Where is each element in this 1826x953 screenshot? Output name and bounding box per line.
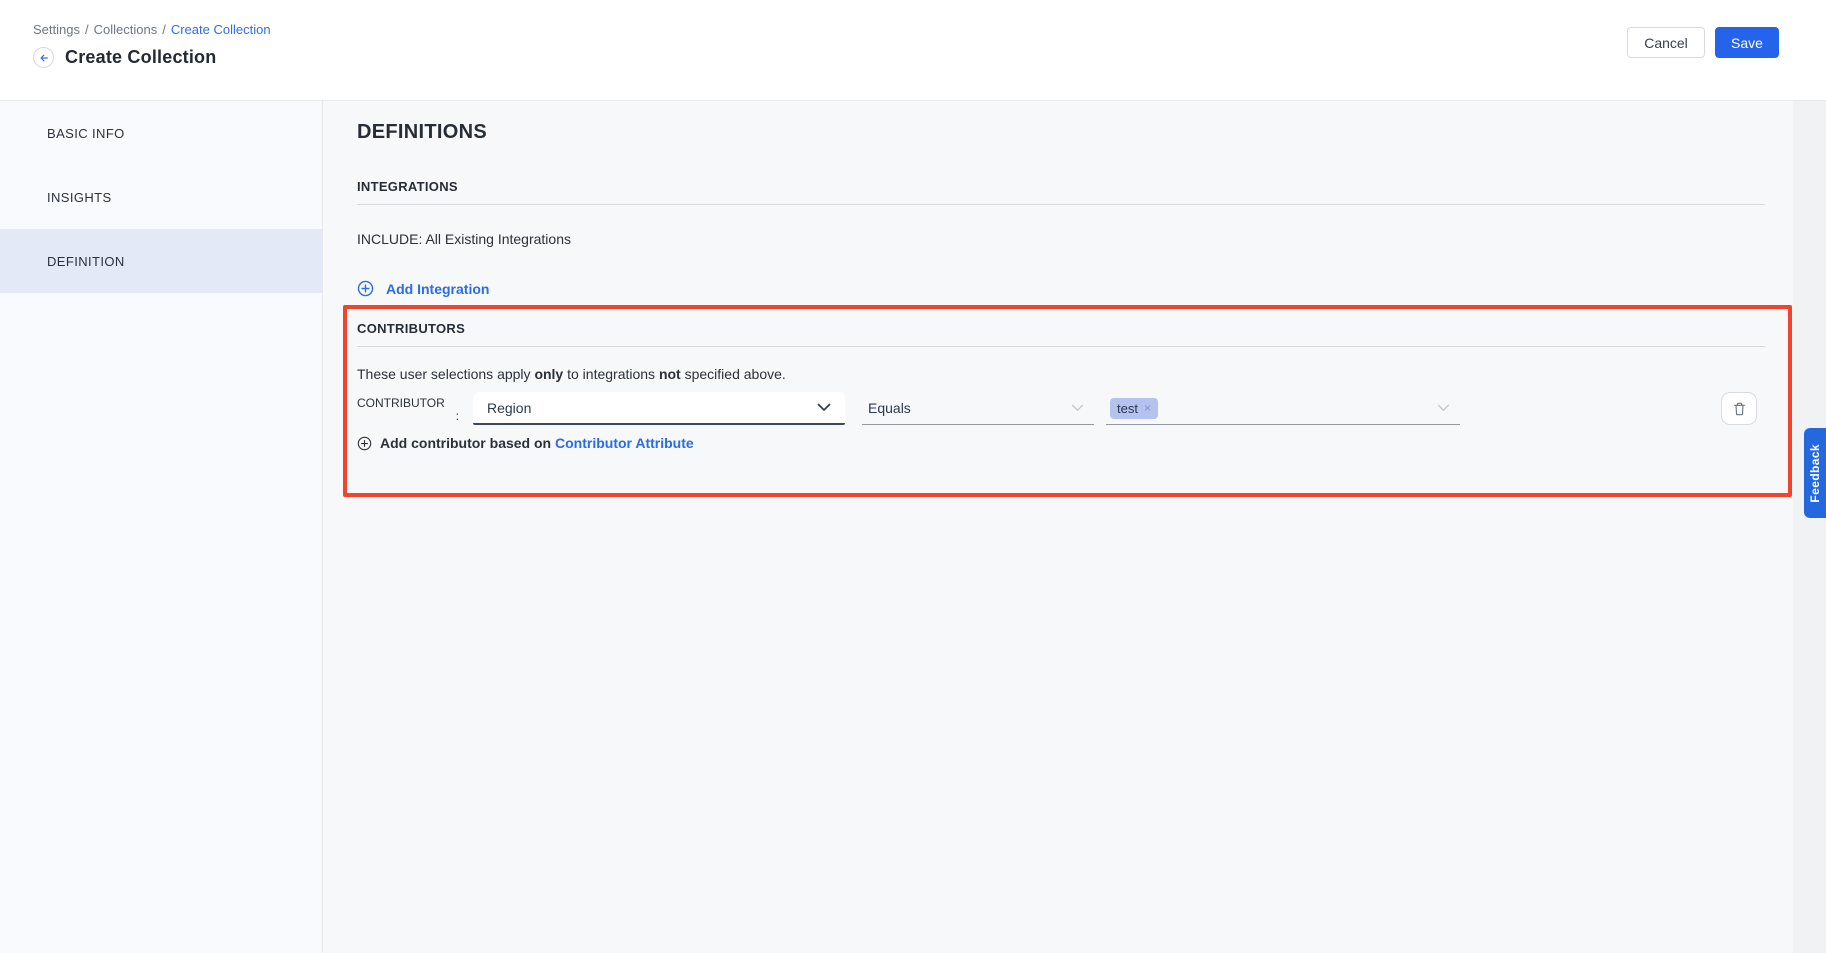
sidebar-item-basic-info[interactable]: BASIC INFO <box>0 101 322 165</box>
attribute-select[interactable]: Region <box>473 392 845 425</box>
operator-select-value: Equals <box>868 400 911 416</box>
plus-circle-icon <box>357 436 372 451</box>
tag-remove-icon[interactable]: × <box>1144 401 1151 415</box>
plus-circle-icon <box>357 280 374 297</box>
add-integration-label: Add Integration <box>386 281 489 297</box>
breadcrumb-separator: / <box>162 22 166 37</box>
chevron-down-icon <box>1437 404 1450 412</box>
contributors-note: These user selections apply only to inte… <box>357 366 1765 382</box>
cancel-button[interactable]: Cancel <box>1627 27 1705 58</box>
definition-panel: DEFINITIONS INTEGRATIONS INCLUDE: All Ex… <box>323 101 1826 953</box>
feedback-tab[interactable]: Feedback <box>1804 428 1826 518</box>
feedback-tab-label: Feedback <box>1808 444 1822 503</box>
add-contributor-text: Add contributor based on Contributor Att… <box>380 435 694 451</box>
contributor-rule-row: CONTRIBUTOR : Region Equals test × <box>357 392 1765 425</box>
contributor-row-label: CONTRIBUTOR : <box>357 397 473 423</box>
note-bold-only: only <box>534 366 563 382</box>
delete-contributor-button[interactable] <box>1721 392 1757 425</box>
page-header: Settings / Collections / Create Collecti… <box>0 0 1826 101</box>
contributor-label-colon: : <box>357 410 473 423</box>
sidebar-item-definition[interactable]: DEFINITION <box>0 229 322 293</box>
sidebar-item-insights[interactable]: INSIGHTS <box>0 165 322 229</box>
value-tag-label: test <box>1117 401 1138 416</box>
page-title: Create Collection <box>65 47 216 68</box>
definitions-title: DEFINITIONS <box>357 121 1765 143</box>
value-tag[interactable]: test × <box>1110 398 1158 419</box>
include-integrations-text: INCLUDE: All Existing Integrations <box>357 231 1765 247</box>
breadcrumb: Settings / Collections / Create Collecti… <box>33 22 1826 37</box>
settings-sidebar: BASIC INFO INSIGHTS DEFINITION <box>0 101 323 953</box>
back-button[interactable] <box>33 47 54 68</box>
note-bold-not: not <box>659 366 681 382</box>
note-text: These user selections apply <box>357 366 534 382</box>
contributor-attribute-link[interactable]: Contributor Attribute <box>555 435 694 451</box>
breadcrumb-create-collection[interactable]: Create Collection <box>171 22 271 37</box>
chevron-down-icon <box>1071 404 1084 412</box>
add-contributor-row: Add contributor based on Contributor Att… <box>357 435 694 451</box>
note-text: specified above. <box>681 366 786 382</box>
attribute-select-value: Region <box>487 400 531 416</box>
chevron-down-icon <box>817 403 831 412</box>
operator-select[interactable]: Equals <box>862 392 1094 425</box>
arrow-left-icon <box>38 52 50 64</box>
contributors-heading: CONTRIBUTORS <box>357 321 1765 347</box>
breadcrumb-separator: / <box>85 22 89 37</box>
save-button[interactable]: Save <box>1715 27 1779 58</box>
page-gutter <box>1793 101 1826 953</box>
note-text: to integrations <box>563 366 659 382</box>
breadcrumb-settings[interactable]: Settings <box>33 22 80 37</box>
value-multiselect[interactable]: test × <box>1106 392 1460 425</box>
add-contributor-prefix: Add contributor based on <box>380 435 555 451</box>
trash-icon <box>1732 401 1747 417</box>
add-integration-button[interactable]: Add Integration <box>357 280 489 297</box>
breadcrumb-collections[interactable]: Collections <box>94 22 158 37</box>
integrations-heading: INTEGRATIONS <box>357 179 1765 205</box>
